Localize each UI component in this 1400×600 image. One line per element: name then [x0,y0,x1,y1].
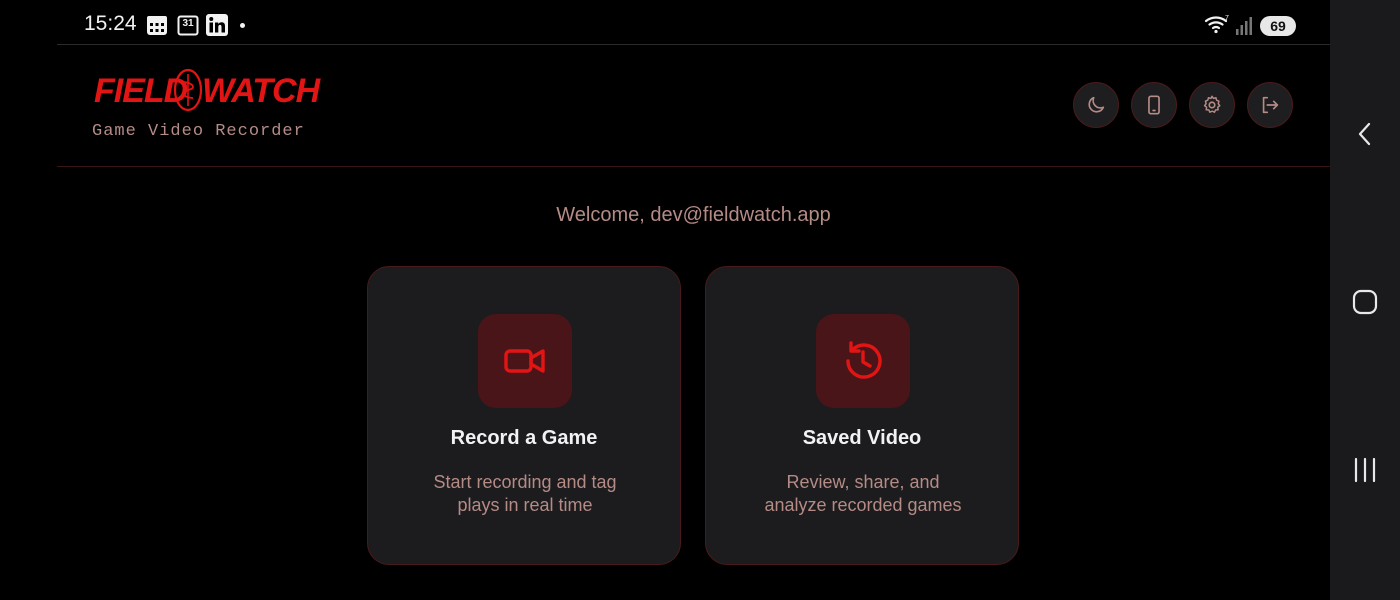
app-subtitle: Game Video Recorder [92,122,305,141]
record-icon-box [478,314,572,408]
welcome-message: Welcome, dev@fieldwatch.app [556,204,831,226]
left-bezel [0,0,57,600]
saved-video-card[interactable]: Saved Video Review, share, and analyze r… [705,266,1019,565]
wifi-icon: 7 [1204,13,1230,35]
svg-text:7: 7 [1225,15,1229,22]
video-camera-icon [504,349,545,373]
saved-video-title: Saved Video [802,427,922,449]
record-game-desc-line1: Start recording and tag [433,472,617,492]
linkedin-icon [206,14,228,36]
status-bar: 15:24 31 7 69 [57,0,1330,45]
record-game-desc-line2: plays in real time [457,495,593,515]
saved-video-desc-line1: Review, share, and [786,472,940,492]
fieldwatch-logo: FIELD WATCH [94,68,320,114]
moon-icon [1088,96,1105,113]
notification-dot-icon [240,23,245,28]
home-button[interactable] [1350,287,1380,317]
record-game-description: Start recording and tag plays in real ti… [398,471,652,517]
home-icon [1352,289,1378,315]
history-icon [846,341,882,379]
system-nav-bar [1330,0,1400,600]
back-button[interactable] [1350,119,1380,149]
battery-icon: 69 [1260,16,1296,36]
calendar-grid-icon [146,14,168,36]
settings-button[interactable] [1189,82,1235,128]
theme-toggle-button[interactable] [1073,82,1119,128]
device-button[interactable] [1131,82,1177,128]
app-header: FIELD WATCH Game Video Recorder [57,46,1330,167]
record-game-title: Record a Game [450,427,598,449]
record-game-card[interactable]: Record a Game Start recording and tag pl… [367,266,681,565]
signal-icon [1235,14,1257,36]
phone-icon [1148,95,1160,115]
recents-icon [1354,457,1376,483]
logout-icon [1262,96,1279,114]
football-icon [173,68,203,112]
logout-button[interactable] [1247,82,1293,128]
saved-video-desc-line2: analyze recorded games [764,495,962,515]
gear-icon [1203,95,1221,113]
status-time: 15:24 [84,12,137,35]
calendar-date-icon: 31 [177,14,199,36]
saved-video-description: Review, share, and analyze recorded game… [736,471,990,517]
logo-text-watch: WATCH [202,72,320,110]
app-screen: 15:24 31 7 69 FIELD WATCH Game Video Rec… [57,0,1330,600]
recents-button[interactable] [1350,455,1380,485]
back-icon [1358,122,1371,146]
saved-video-icon-box [816,314,910,408]
calendar-date-text: 31 [182,18,194,29]
